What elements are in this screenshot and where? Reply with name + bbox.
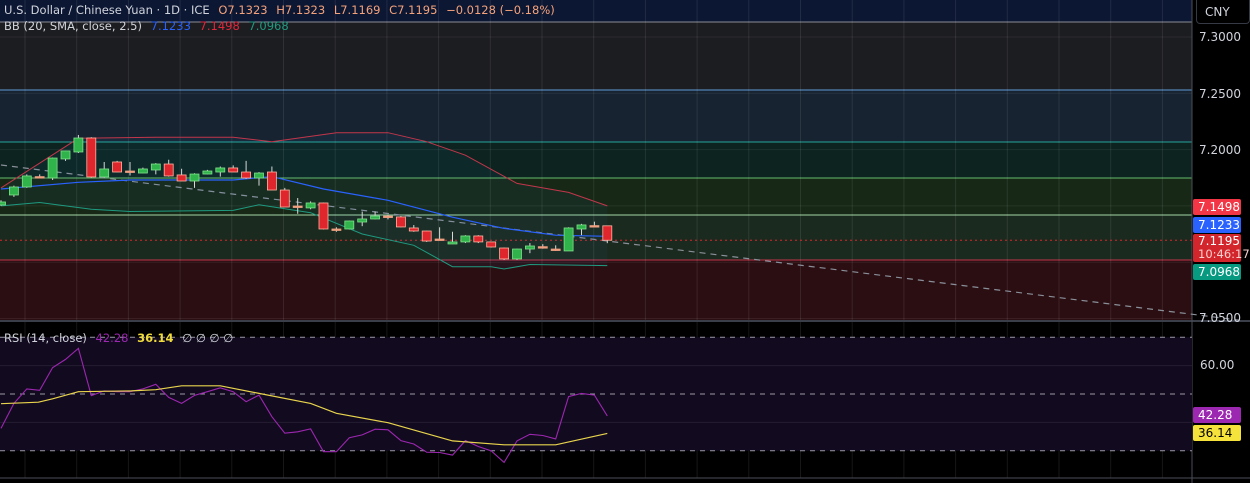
rsi-legend: RSI (14, close) 42.28 36.14 ∅ ∅ ∅ ∅ [4,331,238,345]
ohlc-open: O7.1323 [218,3,268,17]
bb-label[interactable]: BB (20, SMA, close, 2.5) [4,19,142,33]
candle-body [370,215,381,220]
candle-body [47,157,58,179]
candle-body [512,248,522,260]
candle-body [447,241,458,245]
candle-body [460,235,471,243]
candle-body [550,248,561,251]
candle-body [86,137,97,178]
candle-body [189,173,200,182]
bb-lower-value: 7.0968 [248,19,289,33]
bb-upper-value: 7.1498 [199,19,240,33]
chart-canvas[interactable] [0,0,1250,483]
candle-body [331,228,342,231]
candle-body [215,167,226,173]
bar-countdown: 10:46:17 [1198,247,1250,261]
zone-band [0,90,1192,142]
price-change: −0.0128 (−0.18%) [446,3,555,17]
candle-body [421,230,432,242]
rsi-extra-values: ∅ ∅ ∅ ∅ [182,331,234,345]
symbol-legend: U.S. Dollar / Chinese Yuan · 1D · ICE O7… [4,3,560,17]
candle-body [537,246,548,249]
price-tick: 7.0500 [1199,311,1241,325]
candle-body [344,220,355,230]
price-tick: 7.2000 [1199,143,1241,157]
ohlc-high: H7.1323 [276,3,326,17]
candle-body [99,168,110,178]
candle-body [202,170,213,175]
candle-body [228,167,239,173]
candle-body [112,161,122,173]
last-price-badge: 7.1195 10:46:17 [1193,234,1250,262]
rsi-tick: 60.00 [1200,358,1235,372]
candle-body [150,163,161,171]
candle-body [254,172,264,179]
rsi-ma-badge: 36.14 [1193,425,1241,441]
candle-body [499,247,510,260]
candle-body [434,238,445,241]
candle-body [34,176,45,179]
candle-body [137,168,148,174]
candle-body [21,175,32,188]
ohlc-close: C7.1195 [389,3,438,17]
rsi-value: 42.28 [95,331,129,345]
candle-body [318,202,329,230]
candle-body [241,171,252,179]
candle-body [563,227,574,252]
price-tick: 7.2500 [1199,87,1241,101]
bb-lower-badge: 7.0968 [1193,264,1241,280]
candle-body [602,225,613,241]
candle-body [279,189,290,208]
candle-body [486,241,497,248]
candle-body [292,205,303,208]
candle-body [8,186,19,196]
candle-body [408,227,419,232]
candle-body [176,174,187,182]
bb-basis-value: 7.1233 [150,19,191,33]
candle-body [0,201,6,206]
currency-button[interactable]: CNY [1196,0,1250,24]
rsi-ma-value: 36.14 [137,331,174,345]
candle-body [73,137,84,153]
ohlc-low: L7.1169 [333,3,381,17]
candle-body [163,163,174,177]
candle-body [589,225,600,228]
bb-basis-badge: 7.1233 [1193,217,1241,233]
candle-body [473,235,484,243]
bb-upper-badge: 7.1498 [1193,199,1241,215]
symbol-title[interactable]: U.S. Dollar / Chinese Yuan · 1D · ICE [4,3,210,17]
bb-legend: BB (20, SMA, close, 2.5) 7.1233 7.1498 7… [4,19,294,33]
candle-body [125,170,135,173]
price-tick: 7.3000 [1199,30,1241,44]
candle-body [383,215,393,218]
candle-body [576,224,587,230]
candle-body [357,218,368,223]
candle-body [266,171,277,191]
candle-body [525,245,535,250]
zone-band [0,259,1192,320]
candle-body [305,202,316,209]
candle-body [395,216,406,228]
rsi-label[interactable]: RSI (14, close) [4,331,87,345]
candle-body [60,150,71,160]
rsi-badge: 42.28 [1193,407,1241,423]
